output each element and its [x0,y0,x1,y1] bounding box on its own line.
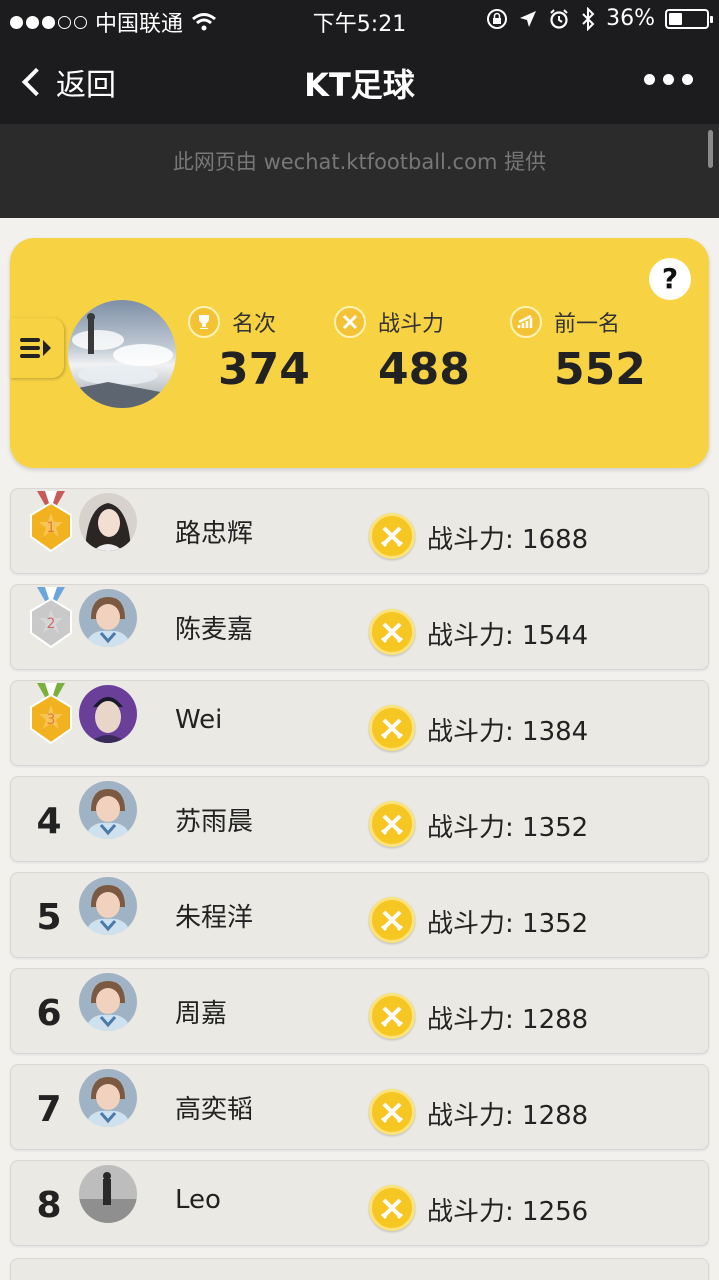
player-avatar[interactable] [79,685,137,743]
page-title: KT足球 [304,66,415,104]
crossed-swords-icon [334,306,366,338]
power-number: 1288 [522,1101,589,1131]
rank-number: 8 [36,1185,62,1226]
power-number: 1544 [522,621,589,651]
alarm-icon [550,8,568,29]
svg-text:2: 2 [47,616,56,632]
ranking-row[interactable]: 7 高奕韬 战斗力: 1288 [10,1064,709,1150]
rank-number: 6 [36,993,62,1034]
player-avatar[interactable] [79,781,137,839]
crossed-swords-icon [369,897,415,943]
ranking-row[interactable]: 2 陈麦嘉 战斗力: 1544 [10,584,709,670]
player-avatar[interactable] [79,877,137,935]
ranking-row[interactable]: 1 路忠辉 战斗力: 1688 [10,488,709,574]
power-number: 1688 [522,525,589,555]
power-value: 战斗力: 1256 [427,1191,588,1228]
rotation-lock-icon [487,8,508,29]
ranking-row[interactable]: 5 朱程洋 战斗力: 1352 [10,872,709,958]
power-label: 战斗力: [427,1197,514,1227]
battery-percent: 36% [606,6,655,31]
crossed-swords-icon [369,513,415,559]
player-avatar[interactable] [79,493,137,551]
power-number: 1256 [522,1197,589,1227]
side-menu-toggle[interactable] [10,318,64,378]
power-label: 战斗力: [427,909,514,939]
player-name: Wei [175,705,223,735]
player-name: 苏雨晨 [175,807,254,837]
player-name: 路忠辉 [175,519,254,549]
help-button[interactable]: ? [649,258,691,300]
silver-medal-icon: 2 [25,587,77,649]
navigation-bar: 返回 KT足球 [0,40,719,124]
more-dots-icon [644,74,655,85]
status-bar: 中国联通 下午5:21 36% [0,0,719,40]
power-value: 战斗力: 1288 [427,1095,588,1132]
crossed-swords-icon [369,993,415,1039]
player-name: 周嘉 [175,999,228,1029]
my-rank-card: ? 名次 374 战斗力 488 前一名 552 [10,238,709,468]
crossed-swords-icon [369,1185,415,1231]
power-label: 战斗力: [427,621,514,651]
power-number: 1352 [522,909,589,939]
player-avatar[interactable] [79,1069,137,1127]
provider-note: 此网页由 wechat.ktfootball.com 提供 [0,124,719,218]
stat-rank-label: 名次 [232,312,277,337]
power-value: 战斗力: 1384 [427,711,588,748]
location-arrow-icon [520,10,537,27]
bronze-medal-icon: 3 [25,683,77,745]
power-label: 战斗力: [427,1005,514,1035]
power-value: 战斗力: 1288 [427,999,588,1036]
ranking-row[interactable]: 6 周嘉 战斗力: 1288 [10,968,709,1054]
my-avatar[interactable] [68,300,176,408]
svg-text:1: 1 [47,520,56,536]
stat-previous-label: 前一名 [554,312,621,337]
player-avatar[interactable] [79,589,137,647]
page-content: ? 名次 374 战斗力 488 前一名 552 1 路忠辉 战斗力: 1688… [0,218,719,1280]
rank-number: 4 [36,801,62,842]
stat-power-label: 战斗力 [378,312,445,337]
rank-number: 7 [36,1089,62,1130]
player-avatar[interactable] [79,1165,137,1223]
stat-rank: 名次 374 [188,306,310,395]
svg-text:3: 3 [47,712,56,728]
player-name: Leo [175,1185,221,1215]
gold-medal-icon: 1 [25,491,77,553]
bar-chart-icon [510,306,542,338]
ranking-row[interactable]: 4 苏雨晨 战斗力: 1352 [10,776,709,862]
player-avatar[interactable] [79,973,137,1031]
battery-icon [665,8,713,29]
ranking-row[interactable]: 8 Leo 战斗力: 1256 [10,1160,709,1246]
scrollbar[interactable] [708,130,713,168]
list-item-partial[interactable] [10,1258,709,1280]
power-label: 战斗力: [427,717,514,747]
power-label: 战斗力: [427,1101,514,1131]
power-number: 1384 [522,717,589,747]
player-name: 高奕韬 [175,1095,254,1125]
crossed-swords-icon [369,1089,415,1135]
stat-rank-value: 374 [218,344,310,395]
power-value: 战斗力: 1352 [427,903,588,940]
player-name: 陈麦嘉 [175,615,254,645]
stat-previous-value: 552 [554,344,646,395]
player-name: 朱程洋 [175,903,254,933]
crossed-swords-icon [369,705,415,751]
crossed-swords-icon [369,609,415,655]
power-label: 战斗力: [427,525,514,555]
menu-arrow-icon [43,340,51,356]
stat-power-value: 488 [378,344,470,395]
crossed-swords-icon [369,801,415,847]
power-number: 1288 [522,1005,589,1035]
power-label: 战斗力: [427,813,514,843]
power-value: 战斗力: 1688 [427,519,588,556]
more-options-button[interactable] [644,74,693,85]
bluetooth-icon [582,6,595,31]
power-value: 战斗力: 1544 [427,615,588,652]
stat-previous: 前一名 552 [510,306,646,395]
trophy-icon [188,306,220,338]
ranking-row[interactable]: 3 Wei 战斗力: 1384 [10,680,709,766]
power-number: 1352 [522,813,589,843]
power-value: 战斗力: 1352 [427,807,588,844]
rank-number: 5 [36,897,62,938]
stat-power: 战斗力 488 [334,306,470,395]
